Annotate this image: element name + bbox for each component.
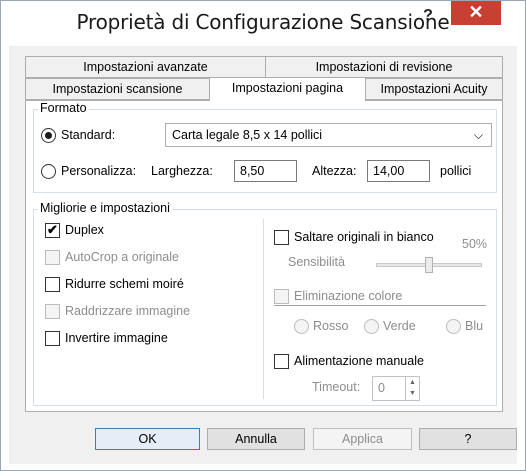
- moire-label: Ridurre schemi moiré: [65, 277, 184, 291]
- larghezza-label: Larghezza:: [151, 164, 213, 178]
- paper-size-select[interactable]: Carta legale 8,5 x 14 pollici ⌵: [165, 123, 492, 147]
- autocrop-checkbox[interactable]: [45, 250, 60, 265]
- moire-checkbox[interactable]: [45, 277, 60, 292]
- tab-label: Impostazioni Acuity: [380, 82, 488, 96]
- title-bar[interactable]: Proprietà di Configurazione Scansione ? …: [1, 1, 525, 45]
- eliminazione-colore-label: Eliminazione colore: [294, 289, 403, 303]
- chevron-down-icon: ⌵: [473, 128, 483, 142]
- duplex-label: Duplex: [65, 223, 104, 237]
- tab-impostazioni-scansione[interactable]: Impostazioni scansione: [25, 78, 210, 100]
- blu-label: Blu: [465, 319, 484, 333]
- tab-impostazioni-avanzate[interactable]: Impostazioni avanzate: [25, 56, 266, 78]
- personalizza-radio[interactable]: [41, 164, 56, 179]
- sensibilita-percent: 50%: [462, 237, 488, 251]
- standard-label: Standard:: [61, 128, 116, 142]
- tab-impostazioni-acuity[interactable]: Impostazioni Acuity: [365, 78, 503, 100]
- annulla-button[interactable]: Annulla: [207, 428, 305, 450]
- personalizza-label: Personalizza:: [61, 164, 137, 178]
- raddrizzare-label: Raddrizzare immagine: [65, 304, 191, 318]
- window-title: Proprietà di Configurazione Scansione: [76, 10, 450, 34]
- saltare-bianco-label: Saltare originali in bianco: [294, 230, 434, 244]
- autocrop-label: AutoCrop a originale: [65, 250, 179, 264]
- check-icon: ✔: [47, 222, 58, 237]
- group-divider: [263, 219, 264, 399]
- close-icon: ✕: [468, 2, 484, 22]
- blu-radio[interactable]: [446, 319, 461, 334]
- verde-label: Verde: [383, 319, 416, 333]
- timeout-label: Timeout:: [312, 380, 361, 394]
- raddrizzare-checkbox[interactable]: [45, 304, 60, 319]
- rosso-label: Rosso: [313, 319, 349, 333]
- eliminazione-separator: [274, 305, 486, 306]
- tab-label: Impostazioni pagina: [231, 81, 344, 95]
- standard-radio[interactable]: [41, 128, 56, 143]
- larghezza-field[interactable]: 8,50: [234, 160, 297, 182]
- tab-impostazioni-revisione[interactable]: Impostazioni di revisione: [265, 56, 503, 78]
- duplex-checkbox[interactable]: ✔: [45, 223, 60, 238]
- eliminazione-colore-checkbox[interactable]: [274, 289, 289, 304]
- sensibilita-label: Sensibilità: [288, 255, 345, 269]
- paper-size-value: Carta legale 8,5 x 14 pollici: [172, 128, 323, 142]
- altezza-label: Altezza:: [312, 164, 357, 178]
- rosso-radio[interactable]: [294, 319, 309, 334]
- tab-label: Impostazioni scansione: [52, 82, 183, 96]
- formato-group-label: Formato: [38, 101, 89, 115]
- invertire-label: Invertire immagine: [65, 331, 168, 345]
- unit-label: pollici: [440, 164, 472, 178]
- tab-label: Impostazioni di revisione: [315, 60, 453, 74]
- stepper-buttons[interactable]: ▲ ▼: [405, 377, 419, 400]
- title-help-button[interactable]: ?: [414, 5, 442, 27]
- verde-radio[interactable]: [364, 319, 379, 334]
- alimentazione-manuale-label: Alimentazione manuale: [294, 354, 424, 368]
- help-button[interactable]: ?: [419, 428, 517, 450]
- dialog-window: Proprietà di Configurazione Scansione ? …: [0, 0, 526, 471]
- timeout-stepper[interactable]: 0 ▲ ▼: [372, 376, 420, 401]
- timeout-value: 0: [378, 381, 385, 395]
- spin-up-icon[interactable]: ▲: [406, 377, 419, 388]
- spin-down-icon[interactable]: ▼: [406, 388, 419, 399]
- sensibilita-slider-thumb[interactable]: [425, 257, 433, 273]
- migliorie-group-label: Migliorie e impostazioni: [38, 201, 172, 215]
- saltare-bianco-checkbox[interactable]: [274, 230, 289, 245]
- close-button[interactable]: ✕: [451, 1, 501, 25]
- altezza-field[interactable]: 14,00: [367, 160, 430, 182]
- applica-button[interactable]: Applica: [313, 428, 412, 450]
- ok-button[interactable]: OK: [95, 428, 200, 450]
- tab-label: Impostazioni avanzate: [83, 60, 208, 74]
- tab-panel: Formato Standard: Carta legale 8,5 x 14 …: [25, 100, 503, 412]
- alimentazione-manuale-checkbox[interactable]: [274, 354, 289, 369]
- tab-impostazioni-pagina[interactable]: Impostazioni pagina: [209, 77, 366, 101]
- invertire-checkbox[interactable]: [45, 331, 60, 346]
